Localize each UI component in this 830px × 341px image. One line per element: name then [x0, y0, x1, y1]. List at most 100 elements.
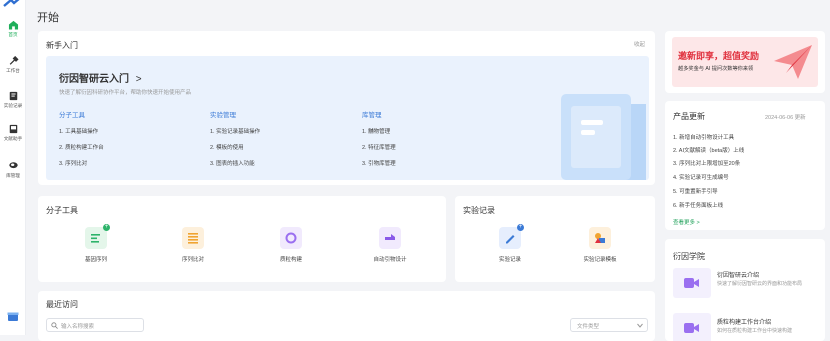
banner-subtitle: 越多奖金与 AI 提问次数等你来领 [678, 66, 754, 72]
tool-label: 质粒构建 [279, 257, 302, 263]
banner-title: 邀新即享，超值奖励 [678, 51, 760, 61]
invite-banner[interactable]: 邀新即享，超值奖励 越多奖金与 AI 提问次数等你来领 [672, 37, 818, 87]
intro-subtitle: 快速了解衍因科研协作平台，帮助你快速开始使用产品 [59, 90, 192, 96]
guide-link[interactable]: 2. 特征库管理 [362, 143, 512, 151]
guide-link[interactable]: 3. 引物库管理 [362, 159, 512, 167]
document-illustration-icon [561, 94, 646, 180]
academy-item[interactable]: 质粒构建工作台介绍 如何在质粒构建工作台中快速构建 [673, 313, 821, 341]
tool-label: 基因序列 [84, 257, 107, 263]
primer-icon [385, 234, 395, 240]
section-title: 实验记录 [463, 206, 495, 215]
product-intro-link[interactable]: 衍因智研云入门 > [59, 70, 142, 85]
alignment-icon [188, 233, 198, 244]
guide-link[interactable]: 3. 序列比对 [59, 159, 209, 167]
onboarding-panel: 衍因智研云入门 > 快速了解衍因科研协作平台，帮助你快速开始使用产品 分子工具 … [46, 56, 649, 180]
arrow-right-icon: > [135, 74, 142, 85]
file-type-select[interactable]: 文件类型 [570, 318, 648, 332]
template-icon [595, 233, 605, 243]
video-icon [684, 323, 699, 333]
video-thumbnail [673, 313, 711, 341]
guide-column-title: 库管理 [362, 112, 382, 119]
tool-plasmid[interactable]: 质粒构建 [271, 227, 311, 263]
video-icon [684, 278, 699, 288]
page-title: 开始 [37, 12, 59, 24]
notebook-icon [9, 91, 17, 101]
guide-link[interactable]: 2. 模板的使用 [210, 143, 360, 151]
guide-link[interactable]: 1. 工具基础操作 [59, 127, 209, 135]
gift-icon[interactable] [7, 310, 19, 322]
tools-icon [9, 56, 19, 65]
sidebar-item-workbench[interactable]: 工作台 [0, 56, 26, 74]
database-icon [8, 162, 18, 169]
recent-card: 最近访问 输入名称搜索 文件类型 [38, 291, 655, 341]
academy-item-title: 衍因智研云介绍 [717, 273, 760, 279]
product-updates-card: 产品更新 2024-06-06 更新 1. 新增自动引物设计工具 2. AI文献… [665, 101, 825, 230]
plasmid-icon [285, 232, 297, 244]
search-input[interactable]: 输入名称搜索 [46, 318, 144, 332]
section-title: 分子工具 [46, 206, 78, 215]
update-item: 6. 新手任务面板上线 [673, 203, 724, 209]
guide-column: 实验管理 1. 实验记录基础操作 2. 模板的使用 3. 图表的插入功能 [210, 109, 360, 167]
search-icon [51, 322, 58, 329]
record-label: 实验记录模板 [583, 257, 617, 263]
home-icon [8, 20, 18, 30]
guide-link[interactable]: 1. 实验记录基础操作 [210, 127, 360, 135]
logo-icon [3, 0, 20, 7]
new-badge-icon: + [103, 224, 110, 231]
sidebar-item-label: 实验记录 [3, 103, 23, 108]
academy-item[interactable]: 衍因智研云介绍 快速了解衍因智研云的界面和功能布局 [673, 268, 821, 300]
guide-column: 库管理 1. 黼物管理 2. 特征库管理 3. 引物库管理 [362, 109, 512, 167]
tool-primer-design[interactable]: 自动引物设计 [365, 227, 415, 263]
search-placeholder: 输入名称搜索 [61, 324, 95, 330]
record-icon [506, 235, 515, 244]
academy-item-title: 质粒构建工作台介绍 [717, 320, 772, 326]
collapse-button[interactable]: 收起 [634, 40, 645, 48]
tool-label: 序列比对 [181, 257, 204, 263]
chevron-down-icon [637, 323, 643, 328]
file-type-label: 文件类型 [577, 324, 600, 330]
tool-alignment[interactable]: 序列比对 [173, 227, 213, 263]
experiment-template-item[interactable]: 实验记录模板 [575, 227, 625, 263]
book-icon [9, 124, 17, 134]
sidebar-item-label: 工作台 [6, 68, 20, 73]
molecular-tools-card: 分子工具 + 基因序列 序列比对 质粒构建 自动引物设计 [38, 196, 446, 282]
video-thumbnail [673, 268, 711, 298]
sidebar: 首页 工作台 实验记录 文献助手 库管理 [0, 0, 26, 335]
tool-label: 自动引物设计 [373, 257, 407, 263]
section-title: 产品更新 [673, 112, 705, 121]
sequence-icon [91, 234, 100, 243]
update-item: 5. 可重置新手引导 [673, 189, 718, 195]
sidebar-item-literature[interactable]: 文献助手 [0, 124, 26, 142]
update-item: 3. 序列比对上限增加至20条 [673, 161, 741, 167]
experiment-records-card: 实验记录 + 实验记录 实验记录模板 [455, 196, 655, 282]
sidebar-item-label: 文献助手 [3, 136, 23, 141]
experiment-record-item[interactable]: + 实验记录 [490, 224, 530, 263]
view-more-link[interactable]: 查看更多 > [673, 218, 700, 226]
record-label: 实验记录 [498, 257, 521, 263]
section-title: 衍因学院 [673, 252, 705, 261]
academy-item-desc: 如何在质粒构建工作台中快速构建 [717, 328, 793, 334]
guide-column-title: 实验管理 [210, 112, 236, 119]
paper-plane-icon [774, 45, 812, 79]
section-title: 最近访问 [46, 300, 78, 309]
sidebar-item-home[interactable]: 首页 [0, 20, 26, 38]
guide-link[interactable]: 2. 质粒构建工作台 [59, 143, 209, 151]
sidebar-item-records[interactable]: 实验记录 [0, 91, 26, 109]
update-item: 4. 实验记录可生成编号 [673, 175, 729, 181]
section-title: 新手入门 [46, 41, 78, 50]
new-badge-icon: + [517, 224, 524, 231]
update-date: 2024-06-06 更新 [765, 115, 806, 121]
academy-item-desc: 快速了解衍因智研云的界面和功能布局 [717, 281, 803, 287]
tool-gene-sequence[interactable]: + 基因序列 [76, 224, 116, 263]
guide-link[interactable]: 1. 黼物管理 [362, 127, 512, 135]
product-intro-label: 衍因智研云入门 [59, 74, 129, 85]
guide-column: 分子工具 1. 工具基础操作 2. 质粒构建工作台 3. 序列比对 [59, 109, 209, 167]
getting-started-card: 新手入门 收起 衍因智研云入门 > 快速了解衍因科研协作平台，帮助你快速开始使用… [38, 31, 655, 185]
sidebar-item-library[interactable]: 库管理 [0, 161, 26, 179]
sidebar-item-label: 库管理 [6, 173, 20, 178]
guide-link[interactable]: 3. 图表的插入功能 [210, 159, 360, 167]
guide-column-title: 分子工具 [59, 112, 85, 119]
sidebar-item-label: 首页 [8, 32, 18, 37]
academy-card: 衍因学院 衍因智研云介绍 快速了解衍因智研云的界面和功能布局 质粒构建工作台介绍… [665, 239, 825, 341]
invite-banner-card[interactable]: 邀新即享，超值奖励 越多奖金与 AI 提问次数等你来领 [665, 31, 825, 93]
